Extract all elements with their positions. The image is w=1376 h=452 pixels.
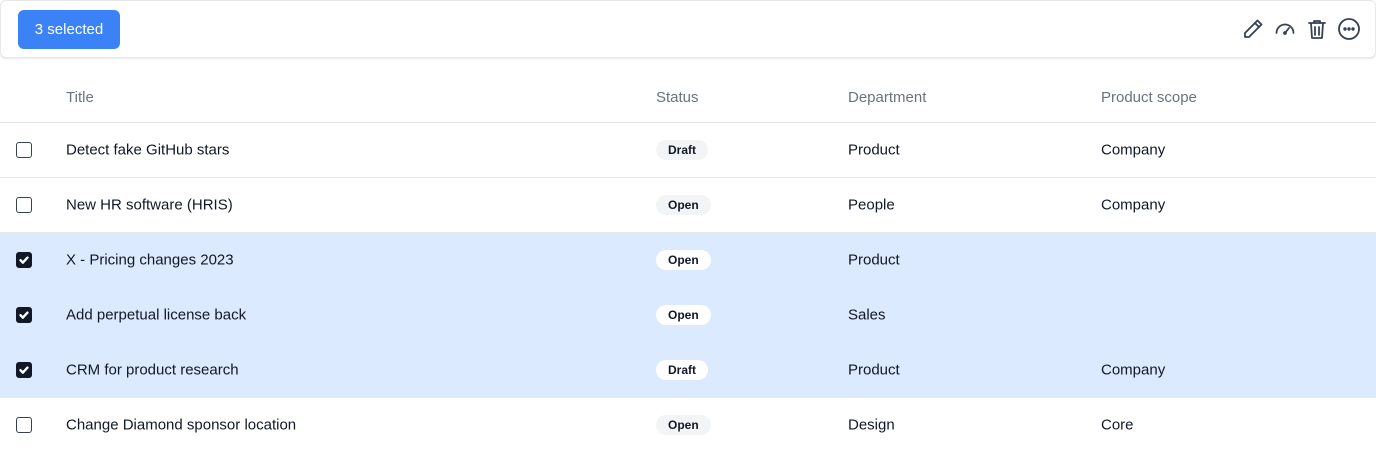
row-status: Open: [656, 415, 711, 435]
row-title[interactable]: Detect fake GitHub stars: [66, 142, 229, 159]
row-product-scope: Company: [1101, 196, 1166, 214]
row-status: Open: [656, 305, 711, 325]
header-status[interactable]: Status: [656, 89, 699, 106]
toolbar-actions: [1241, 17, 1361, 41]
row-product-scope: Company: [1101, 141, 1166, 159]
row-title[interactable]: New HR software (HRIS): [66, 197, 233, 214]
table-body: Detect fake GitHub stars Draft Product C…: [0, 123, 1376, 452]
row-status: Draft: [656, 360, 709, 380]
table-header: Title Status Department Product scope: [0, 58, 1376, 123]
row-department: Product: [848, 141, 900, 159]
status-badge: Draft: [656, 140, 709, 160]
gauge-icon[interactable]: [1273, 17, 1297, 41]
row-checkbox[interactable]: [16, 307, 32, 323]
row-status: Open: [656, 250, 711, 270]
table-row[interactable]: New HR software (HRIS) Open People Compa…: [0, 178, 1376, 233]
trash-icon[interactable]: [1305, 17, 1329, 41]
row-checkbox[interactable]: [16, 417, 32, 433]
bulk-action-toolbar: 3 selected: [0, 0, 1376, 58]
row-cell-checkbox: [16, 417, 32, 433]
table-row[interactable]: CRM for product research Draft Product C…: [0, 343, 1376, 398]
row-department: People: [848, 196, 895, 214]
status-badge: Open: [656, 250, 711, 270]
table-row[interactable]: X - Pricing changes 2023 Open Product: [0, 233, 1376, 288]
row-cell-checkbox: [16, 142, 32, 158]
row-cell-checkbox: [16, 307, 32, 323]
table-row[interactable]: Detect fake GitHub stars Draft Product C…: [0, 123, 1376, 178]
status-badge: Open: [656, 305, 711, 325]
row-title[interactable]: X - Pricing changes 2023: [66, 252, 234, 269]
row-product-scope: Company: [1101, 361, 1166, 379]
more-icon[interactable]: [1337, 17, 1361, 41]
row-title[interactable]: CRM for product research: [66, 362, 239, 379]
header-department[interactable]: Department: [848, 89, 926, 106]
table-row[interactable]: Change Diamond sponsor location Open Des…: [0, 398, 1376, 452]
row-product-scope: Core: [1101, 416, 1134, 434]
selected-count-button[interactable]: 3 selected: [18, 10, 120, 49]
data-table: Title Status Department Product scope De…: [0, 58, 1376, 452]
row-title[interactable]: Change Diamond sponsor location: [66, 417, 296, 434]
table-row[interactable]: Add perpetual license back Open Sales: [0, 288, 1376, 343]
status-badge: Open: [656, 195, 711, 215]
row-checkbox[interactable]: [16, 362, 32, 378]
status-badge: Open: [656, 415, 711, 435]
row-department: Product: [848, 361, 900, 379]
row-cell-checkbox: [16, 362, 32, 378]
row-title[interactable]: Add perpetual license back: [66, 307, 246, 324]
row-department: Sales: [848, 306, 886, 324]
row-cell-checkbox: [16, 197, 32, 213]
row-checkbox[interactable]: [16, 142, 32, 158]
row-department: Product: [848, 251, 900, 269]
row-status: Draft: [656, 140, 709, 160]
row-department: Design: [848, 416, 895, 434]
row-checkbox[interactable]: [16, 197, 32, 213]
row-cell-checkbox: [16, 252, 32, 268]
pencil-icon[interactable]: [1241, 17, 1265, 41]
header-title[interactable]: Title: [66, 89, 94, 106]
row-checkbox[interactable]: [16, 252, 32, 268]
status-badge: Draft: [656, 360, 709, 380]
header-product-scope[interactable]: Product scope: [1101, 89, 1197, 106]
row-status: Open: [656, 195, 711, 215]
